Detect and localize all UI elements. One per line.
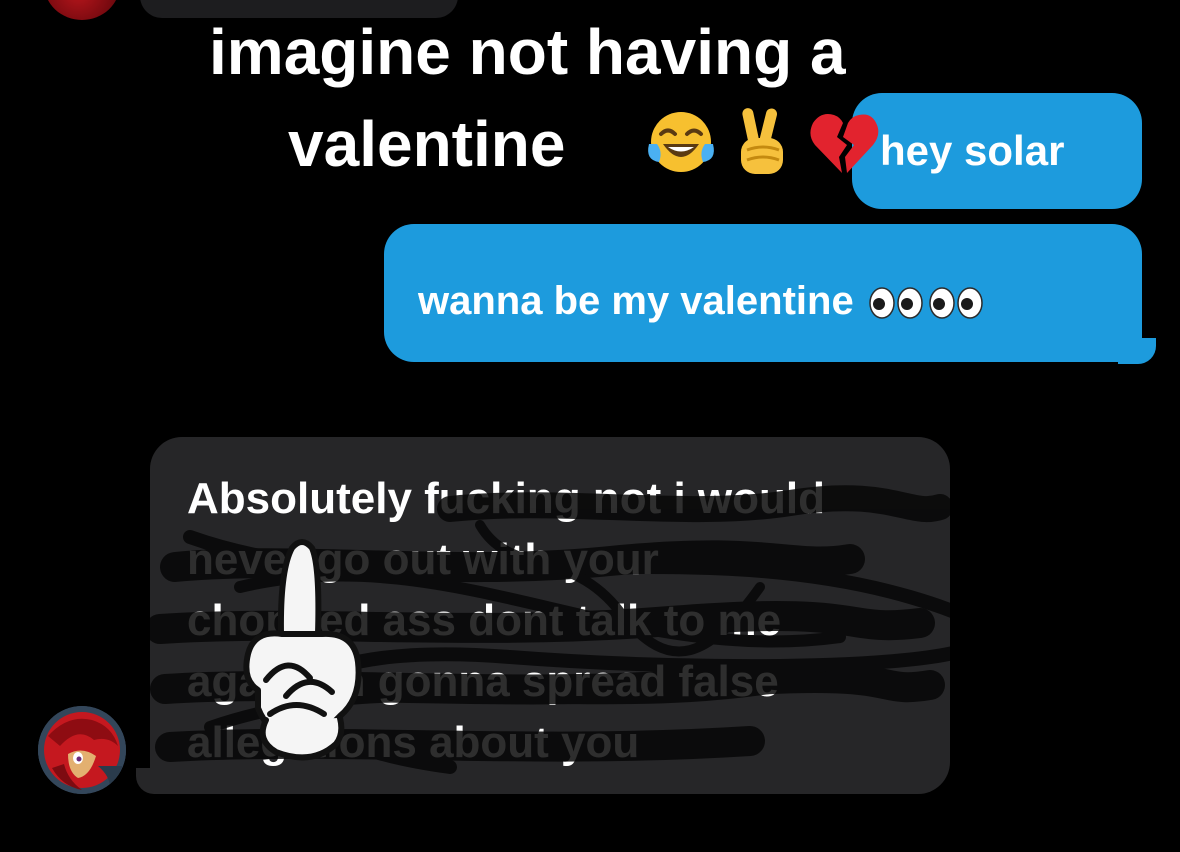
caption-line-1: imagine not having a [209,16,846,88]
victory-hand-icon [733,104,793,185]
contact-avatar[interactable] [38,706,126,794]
bubble-tail [1118,338,1156,364]
eyes-emoji-group [868,286,986,320]
knuckles-avatar-icon [38,706,126,794]
caption-emoji-row [643,104,881,185]
face-with-tears-of-joy-icon [643,104,719,185]
middle-finger-icon [243,539,362,761]
message-text: hey solar [880,127,1065,174]
message-text: wanna be my valentine [418,279,854,323]
outgoing-message-bubble[interactable]: wanna be my valentine [384,224,1142,362]
message-text-row: wanna be my valentine [418,279,986,324]
contact-avatar-top[interactable] [44,0,120,20]
eyes-icon [868,287,923,320]
message-line: Absolutely fucking not i would [187,474,825,523]
chat-screen: imagine not having a valentine hey solar… [0,0,1180,852]
eyes-icon [928,287,983,320]
caption-line-2: valentine [288,108,566,180]
broken-heart-icon [807,107,881,182]
outgoing-message-bubble[interactable]: hey solar [852,93,1142,209]
